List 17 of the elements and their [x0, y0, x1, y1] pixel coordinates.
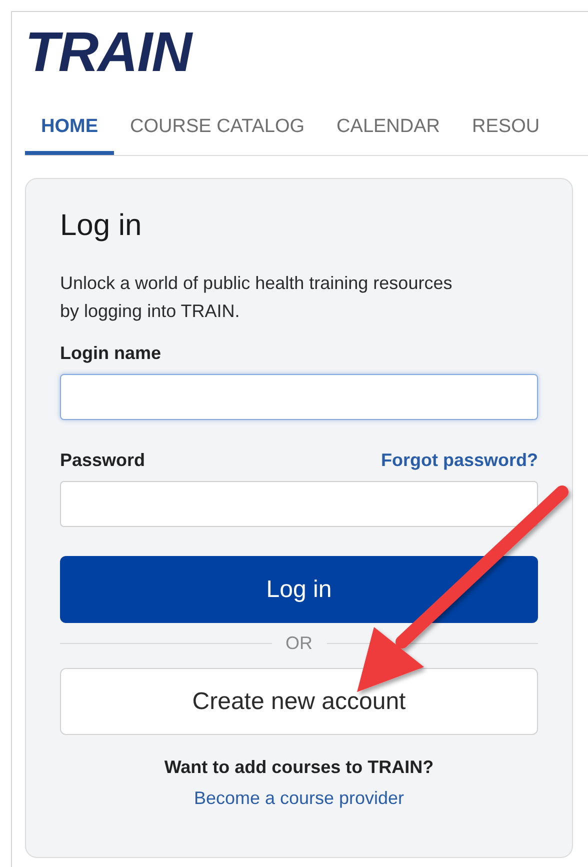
input-field[interactable] — [60, 481, 538, 527]
nav-tab[interactable]: COURSE CATALOG — [114, 110, 321, 155]
field-label: Password — [60, 450, 146, 471]
or-divider-label: OR — [286, 633, 312, 654]
nav-tab[interactable]: CALENDAR — [320, 110, 456, 155]
provider-link[interactable]: Become a course provider — [194, 788, 404, 808]
create-account-button[interactable]: Create new account — [60, 668, 538, 735]
forgot-password-link[interactable]: Forgot password? — [381, 450, 538, 471]
nav-tab[interactable]: HOME — [25, 110, 114, 155]
card-title: Log in — [60, 209, 143, 243]
provider-prompt: Want to add courses to TRAIN? — [164, 757, 434, 777]
field-label: Login name — [60, 343, 162, 364]
card-description: Unlock a world of public health training resources by logging into TRAIN. — [60, 272, 454, 323]
train-logo[interactable]: TRAIN — [25, 24, 192, 80]
input-field[interactable] — [60, 374, 538, 420]
nav-tab[interactable]: RESOU — [456, 110, 556, 155]
login-button[interactable]: Log in — [60, 556, 538, 623]
